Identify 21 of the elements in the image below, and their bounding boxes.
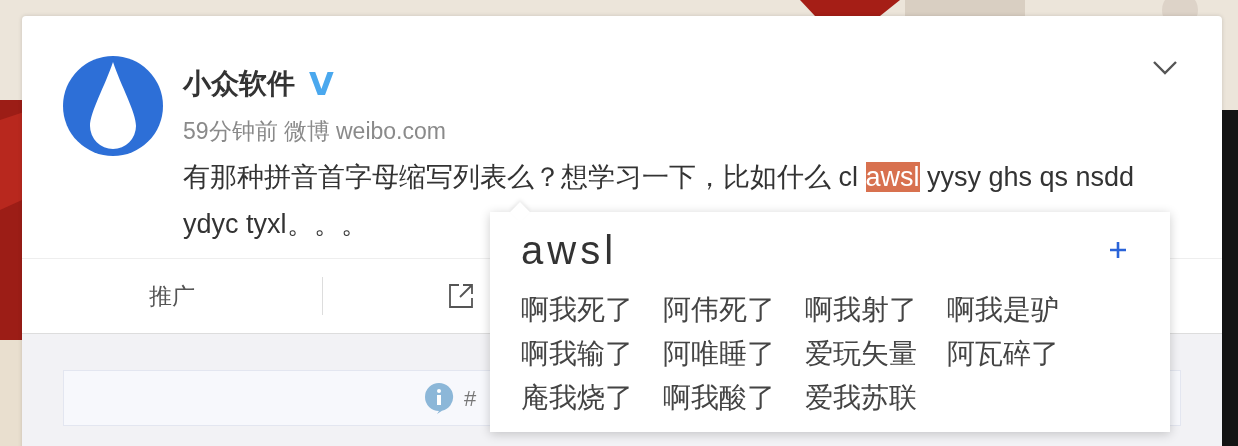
notice-text: # [464, 384, 477, 413]
meaning-item: 啊我射了 [805, 293, 918, 327]
meaning-item: 啊我输了 [521, 337, 634, 371]
share-icon[interactable] [448, 283, 474, 309]
author-name[interactable]: 小众软件 [183, 63, 295, 105]
promote-action[interactable]: 推广 [149, 278, 195, 314]
meaning-item: 啊我死了 [521, 293, 634, 327]
meaning-item: 爱我苏联 [805, 381, 918, 415]
chevron-down-icon[interactable] [1152, 60, 1178, 76]
meaning-item: 啊我酸了 [663, 381, 776, 415]
meaning-item: 阿伟死了 [663, 293, 776, 327]
meaning-item: 爱玩矢量 [805, 337, 918, 371]
meaning-item: 啊我是驴 [947, 293, 1060, 327]
info-icon [424, 382, 454, 414]
meaning-item: 庵我烧了 [521, 381, 634, 415]
meaning-item: 阿瓦碎了 [947, 337, 1060, 371]
meaning-item: 阿唯睡了 [663, 337, 776, 371]
plus-icon[interactable] [1109, 241, 1127, 259]
verified-mark: V [309, 64, 334, 105]
popup-term: awsl [521, 227, 618, 274]
avatar-drop-icon[interactable] [63, 56, 163, 156]
